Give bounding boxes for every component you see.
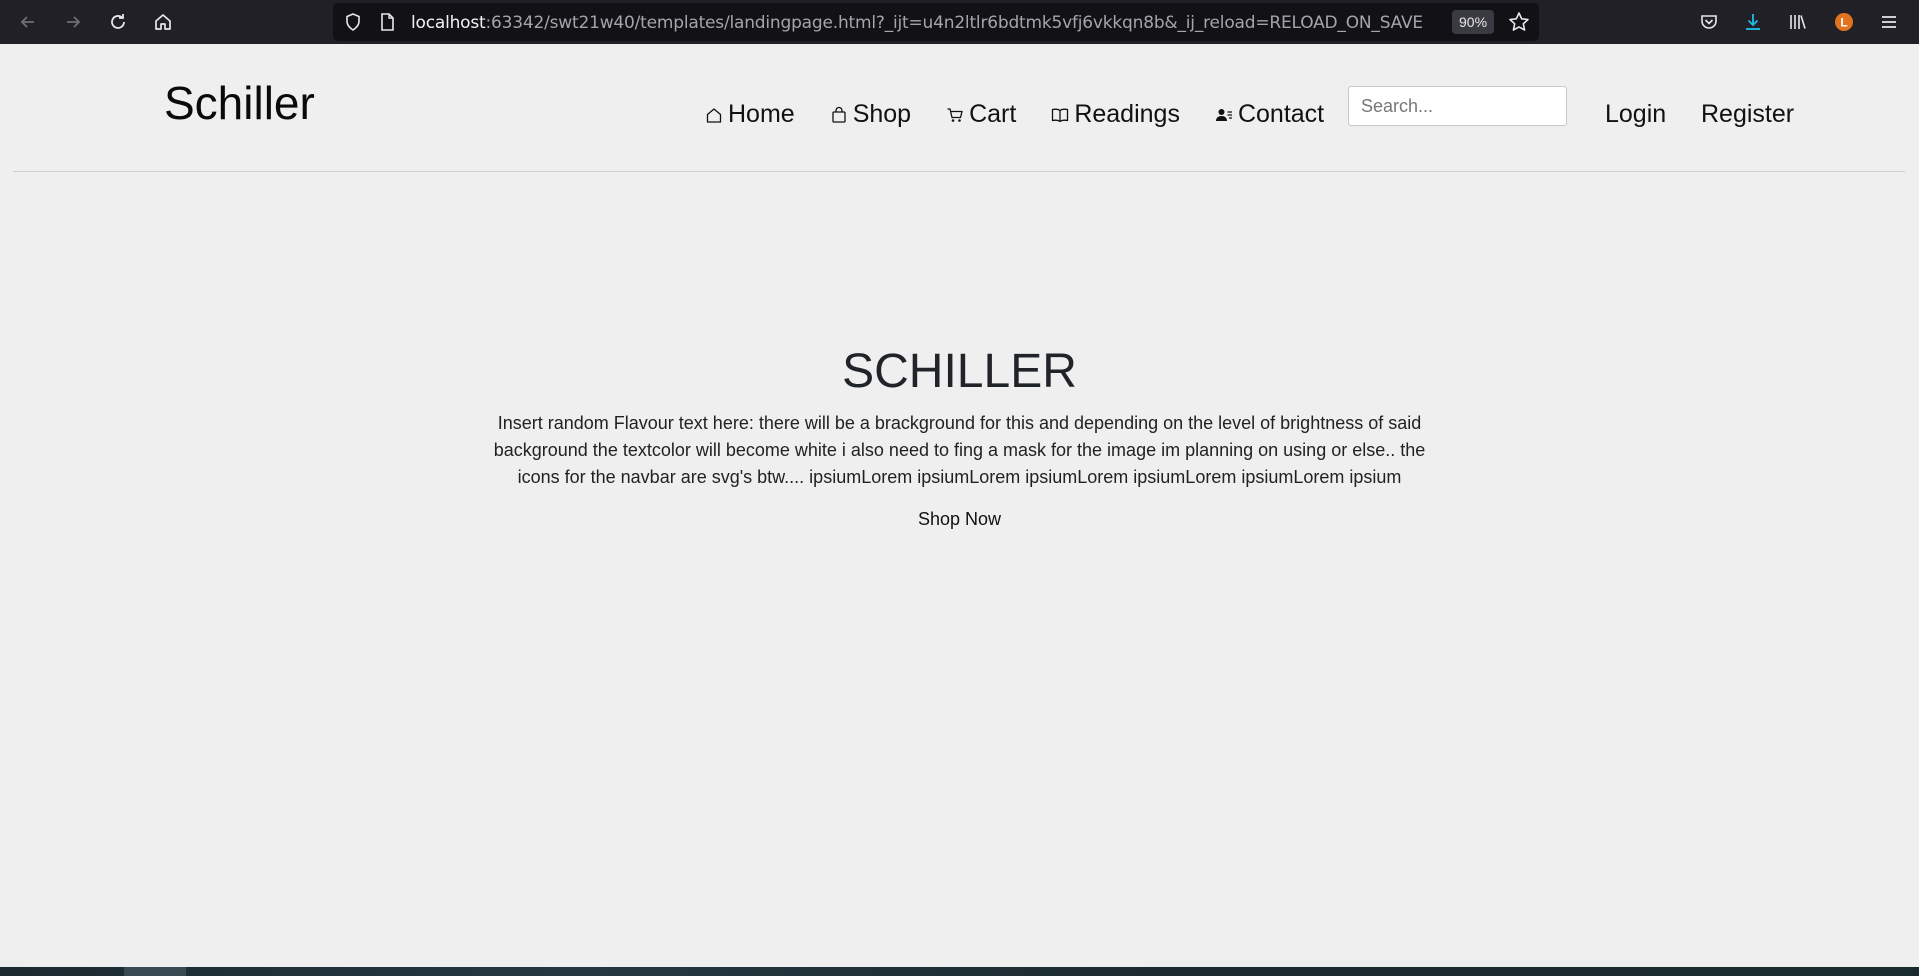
book-icon: [1052, 108, 1069, 122]
bag-icon: [832, 106, 846, 123]
nav-readings[interactable]: Readings: [1051, 100, 1180, 129]
contact-icon: [1215, 108, 1232, 121]
url-host: localhost: [411, 13, 486, 33]
hero-title: SCHILLER: [842, 345, 1077, 398]
hero-section: SCHILLER Insert random Flavour text here…: [0, 340, 1919, 530]
forward-icon[interactable]: [57, 6, 89, 38]
page-info-icon[interactable]: [377, 12, 397, 32]
search-input[interactable]: [1348, 86, 1567, 126]
downloads-icon[interactable]: [1737, 6, 1769, 38]
cart-icon: [947, 107, 963, 122]
menu-hamburger-icon[interactable]: [1873, 6, 1905, 38]
home-button-icon[interactable]: [147, 6, 179, 38]
url-text[interactable]: localhost:63342/swt21w40/templates/landi…: [411, 13, 1423, 33]
main-nav: Home Shop Cart Readings Contact: [705, 100, 1359, 129]
account-initial: L: [1840, 16, 1847, 30]
header-divider: [13, 171, 1905, 172]
shop-now-button[interactable]: Shop Now: [918, 509, 1001, 530]
browser-toolbar: localhost:63342/swt21w40/templates/landi…: [0, 0, 1919, 44]
reload-icon[interactable]: [102, 6, 134, 38]
nav-shop-label: Shop: [852, 100, 912, 128]
bookmark-star-icon[interactable]: [1508, 11, 1530, 33]
library-icon[interactable]: [1782, 6, 1814, 38]
nav-readings-label: Readings: [1074, 100, 1180, 128]
login-link[interactable]: Login: [1605, 100, 1666, 129]
nav-cart-label: Cart: [969, 100, 1017, 128]
nav-contact-label: Contact: [1237, 100, 1325, 128]
taskbar-item[interactable]: [124, 967, 186, 976]
nav-home[interactable]: Home: [705, 100, 795, 129]
home-icon: [706, 107, 722, 123]
back-icon[interactable]: [12, 6, 44, 38]
register-link[interactable]: Register: [1701, 100, 1794, 129]
site-header: Schiller Home Shop Cart Readings Contact…: [0, 44, 1919, 172]
nav-home-label: Home: [728, 100, 795, 128]
address-bar[interactable]: localhost:63342/swt21w40/templates/landi…: [333, 3, 1539, 41]
pocket-icon[interactable]: [1693, 6, 1725, 38]
nav-shop[interactable]: Shop: [830, 100, 911, 129]
account-avatar-icon[interactable]: L: [1828, 6, 1860, 38]
nav-contact[interactable]: Contact: [1215, 100, 1324, 129]
os-taskbar: [0, 967, 1919, 976]
url-path: :63342/swt21w40/templates/landingpage.ht…: [485, 13, 1424, 33]
hero-text: Insert random Flavour text here: there w…: [493, 413, 1426, 487]
site-logo[interactable]: Schiller: [164, 80, 315, 126]
nav-cart[interactable]: Cart: [946, 100, 1016, 129]
tracking-shield-icon[interactable]: [343, 12, 363, 32]
zoom-indicator[interactable]: 90%: [1452, 10, 1495, 34]
